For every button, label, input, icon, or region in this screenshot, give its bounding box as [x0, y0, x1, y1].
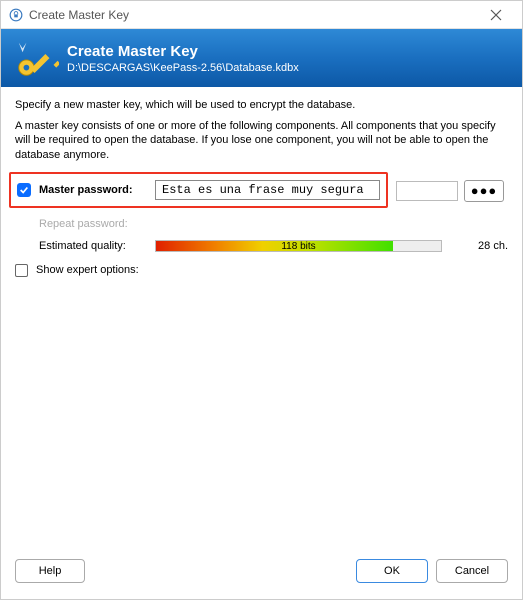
repeat-password-label: Repeat password:: [39, 218, 147, 230]
titlebar: Create Master Key: [1, 1, 522, 29]
cancel-button[interactable]: Cancel: [436, 559, 508, 583]
banner-title: Create Master Key: [67, 43, 299, 60]
description-text: A master key consists of one or more of …: [15, 119, 508, 162]
master-password-checkbox[interactable]: [17, 183, 31, 197]
expert-options-label: Show expert options:: [36, 264, 139, 276]
intro-text: Specify a new master key, which will be …: [15, 99, 508, 111]
master-password-label: Master password:: [39, 184, 147, 196]
help-button[interactable]: Help: [15, 559, 85, 583]
quality-row: Estimated quality: 118 bits 28 ch.: [15, 240, 508, 252]
expert-options-checkbox[interactable]: [15, 264, 28, 277]
close-button[interactable]: [476, 5, 516, 25]
repeat-password-row: Repeat password:: [15, 218, 508, 230]
character-count: 28 ch.: [458, 240, 508, 252]
banner: Create Master Key D:\DESCARGAS\KeePass-2…: [1, 29, 522, 87]
estimated-quality-label: Estimated quality:: [39, 240, 147, 252]
toggle-password-visibility-button[interactable]: ●●●: [464, 180, 504, 202]
password-extra-field[interactable]: [396, 181, 458, 201]
quality-bits-text: 118 bits: [156, 241, 441, 253]
window-title: Create Master Key: [29, 8, 129, 22]
key-icon: [13, 35, 59, 81]
expert-options-row: Show expert options:: [15, 264, 508, 277]
footer: Help OK Cancel: [1, 553, 522, 599]
ok-button[interactable]: OK: [356, 559, 428, 583]
banner-subtitle: D:\DESCARGAS\KeePass-2.56\Database.kdbx: [67, 62, 299, 74]
content-area: Specify a new master key, which will be …: [1, 87, 522, 553]
master-password-row: Master password: ●●●: [9, 172, 388, 208]
dialog-window: Create Master Key Create Master Key D:\D…: [0, 0, 523, 600]
banner-text: Create Master Key D:\DESCARGAS\KeePass-2…: [67, 43, 299, 74]
master-password-input[interactable]: [155, 180, 380, 200]
lock-icon: [9, 8, 23, 22]
quality-meter: 118 bits: [155, 240, 442, 252]
